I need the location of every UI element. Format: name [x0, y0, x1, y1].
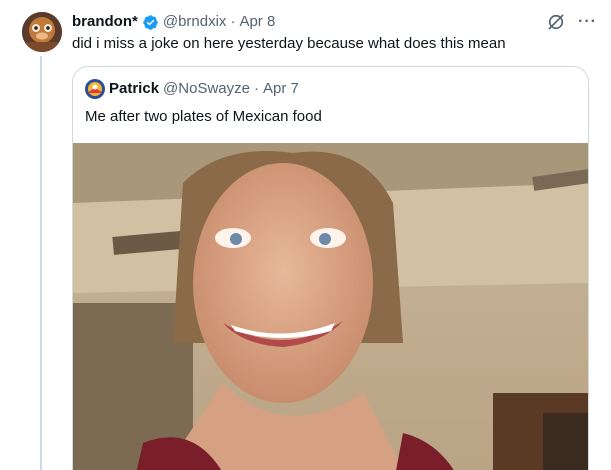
tweet-date[interactable]: Apr 8 [239, 12, 275, 32]
author-name[interactable]: brandon* [72, 12, 138, 32]
quoted-tweet-header: Patrick @NoSwayze · Apr 7 [85, 79, 299, 99]
quoted-tweet-date[interactable]: Apr 7 [263, 79, 299, 99]
quoted-tweet-media[interactable] [73, 143, 588, 470]
tweet-actions-top: ··· [546, 12, 597, 32]
tweet-text: did i miss a joke on here yesterday beca… [72, 35, 506, 52]
separator-dot: · [230, 13, 236, 30]
tweet-header: brandon* @brndxix · Apr 8 [72, 12, 275, 32]
author-handle[interactable]: @brndxix [163, 12, 227, 32]
video-frame-photo [73, 143, 588, 470]
quoted-author-name[interactable]: Patrick [109, 79, 159, 99]
quoted-tweet-text: Me after two plates of Mexican food [85, 108, 322, 125]
thread-line [40, 56, 42, 470]
quoted-separator-dot: · [253, 80, 259, 97]
grok-icon[interactable] [546, 12, 566, 32]
tweet[interactable]: brandon* @brndxix · Apr 8 ··· did i miss… [0, 0, 611, 470]
verified-badge-icon [143, 14, 158, 30]
author-avatar[interactable] [22, 12, 62, 52]
more-options-icon[interactable]: ··· [578, 12, 597, 32]
quoted-author-handle[interactable]: @NoSwayze [163, 79, 250, 99]
quoted-author-avatar[interactable] [85, 79, 105, 99]
quoted-tweet[interactable]: Patrick @NoSwayze · Apr 7 Me after two p… [72, 66, 589, 470]
